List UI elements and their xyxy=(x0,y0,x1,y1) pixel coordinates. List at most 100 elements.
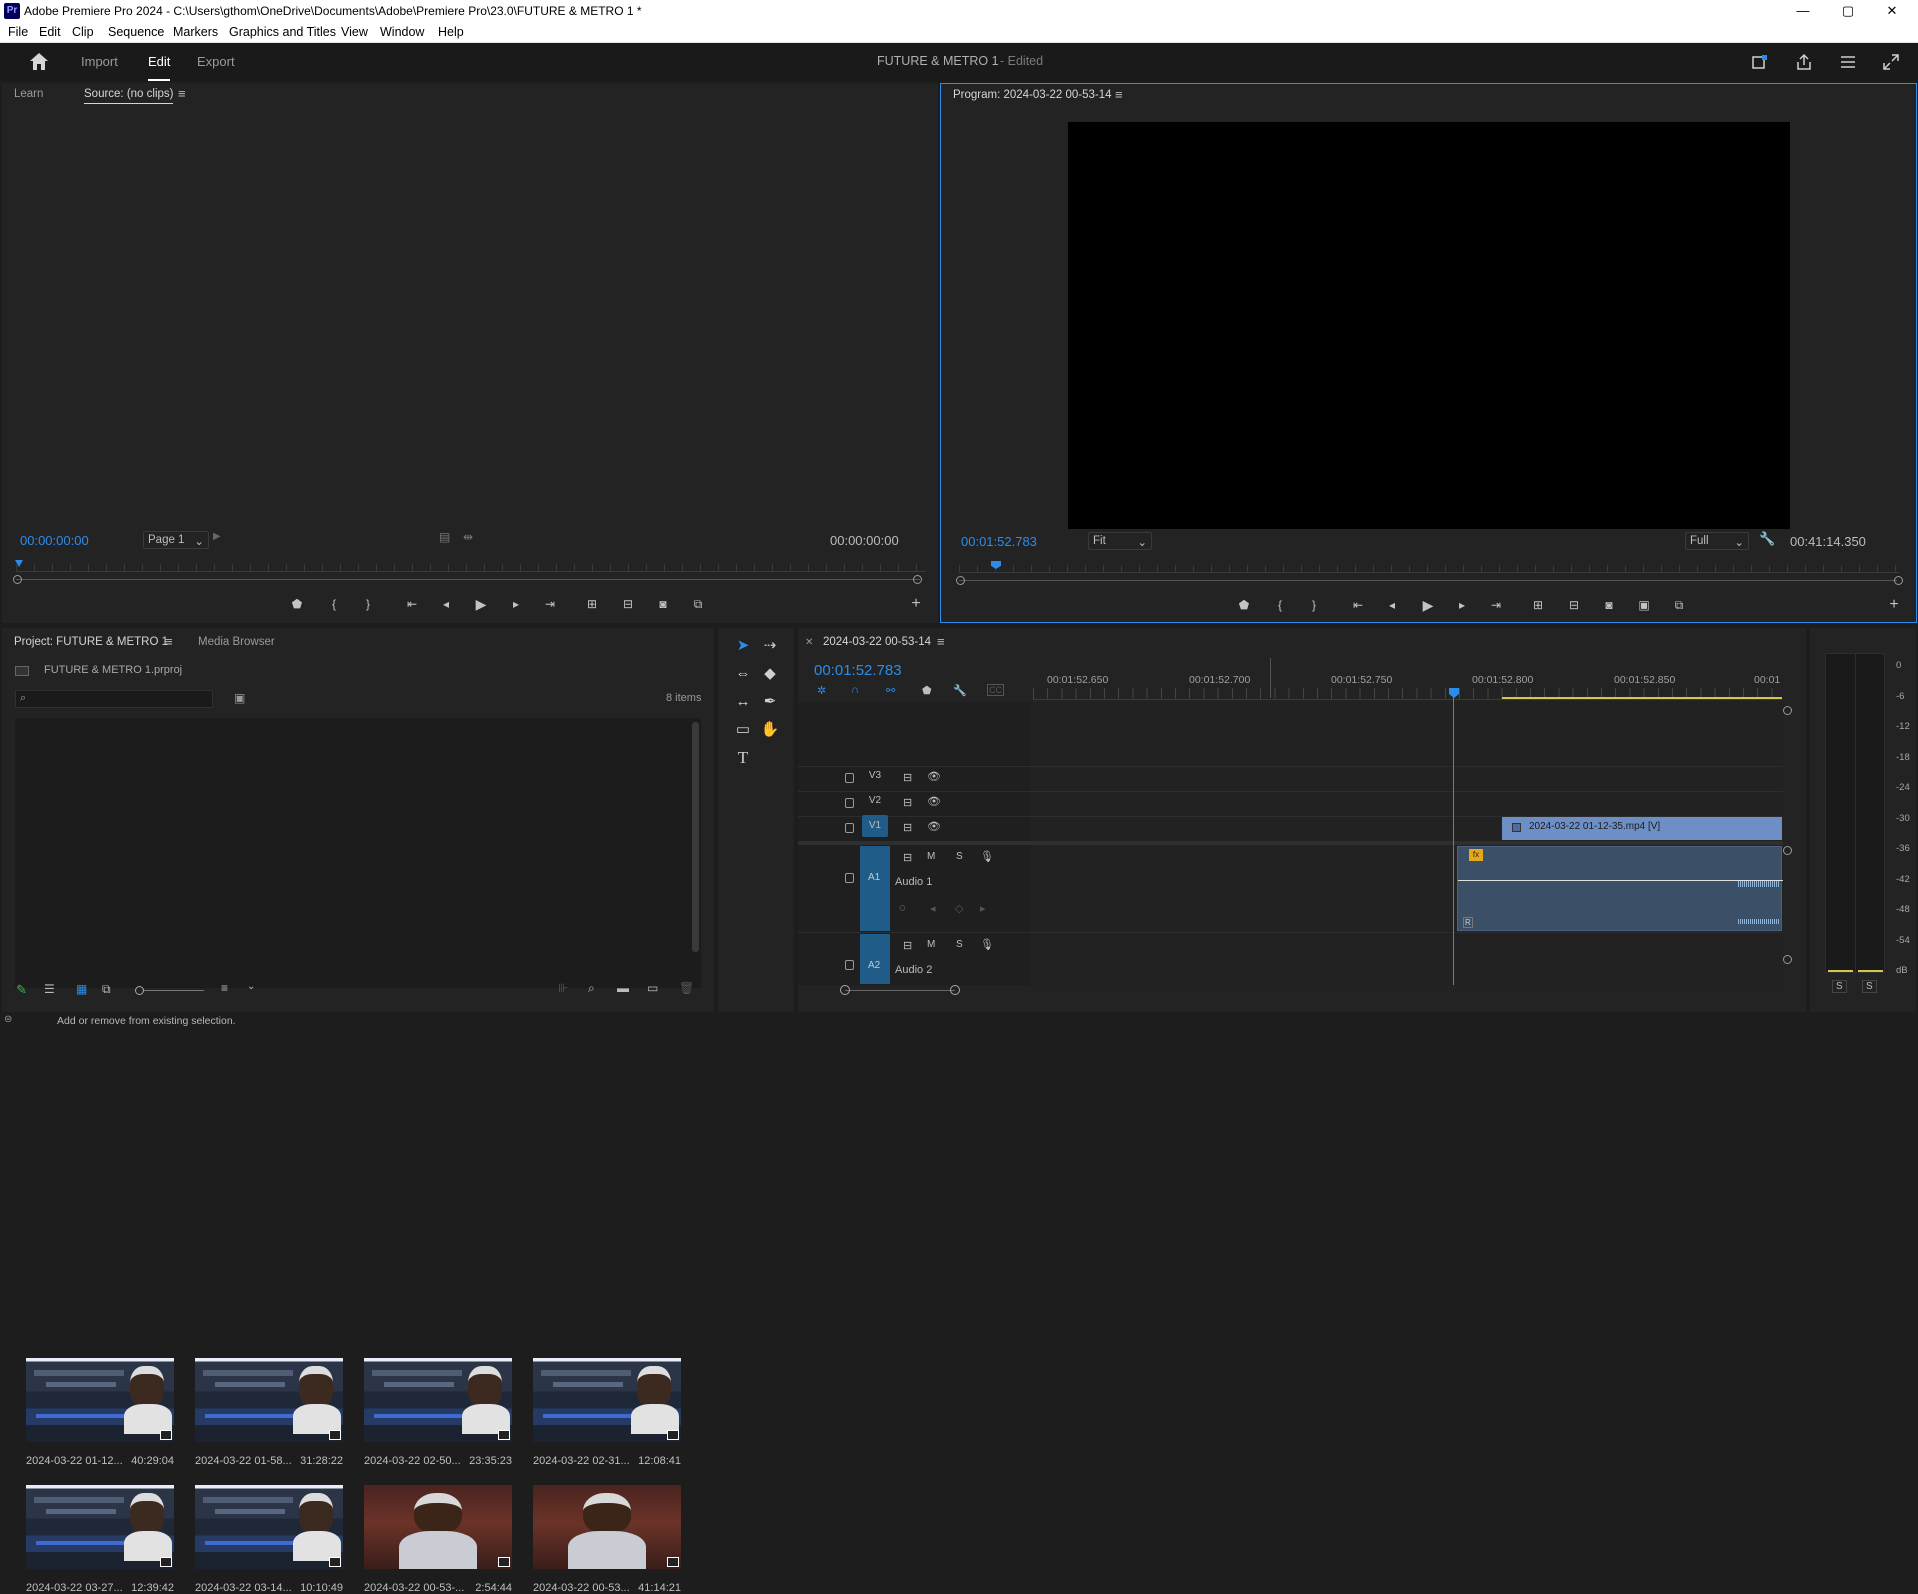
project-item-name[interactable]: 2024-03-22 00-53-... xyxy=(364,1582,464,1594)
add-marker-icon[interactable]: ⬟ xyxy=(1235,596,1253,614)
project-item-thumbnail[interactable] xyxy=(533,1358,681,1442)
slip-tool-icon[interactable]: ↔ xyxy=(732,691,754,713)
project-search-input[interactable]: ⌕ xyxy=(15,690,213,708)
project-item-name[interactable]: 2024-03-22 01-12... xyxy=(26,1455,123,1467)
add-button-icon[interactable]: + xyxy=(907,595,925,613)
menu-file[interactable]: File xyxy=(8,25,28,39)
step-back-icon[interactable]: ◂ xyxy=(437,595,455,613)
timeline-settings-icon[interactable]: 🔧 xyxy=(953,684,967,697)
audio-clip[interactable]: fx R xyxy=(1457,846,1783,931)
project-scrollbar[interactable] xyxy=(692,722,699,952)
lift-icon[interactable]: ⊞ xyxy=(1529,596,1547,614)
source-zoom-bar[interactable] xyxy=(16,579,920,580)
go-to-in-icon[interactable]: ⇤ xyxy=(1349,596,1367,614)
mark-in-icon[interactable]: { xyxy=(325,595,343,613)
chevron-down-icon[interactable]: ⌄ xyxy=(247,981,255,992)
new-bin-from-search-icon[interactable]: ▣ xyxy=(234,691,245,705)
sort-icon[interactable]: ≡ xyxy=(221,981,228,995)
source-ruler[interactable] xyxy=(16,564,926,572)
new-item-icon[interactable]: ▭ xyxy=(647,981,658,995)
tab-learn[interactable]: Learn xyxy=(14,88,43,100)
source-playhead[interactable] xyxy=(15,560,23,567)
menu-window[interactable]: Window xyxy=(380,25,424,39)
tab-project[interactable]: Project: FUTURE & METRO 1 xyxy=(14,636,168,648)
next-keyframe-icon[interactable]: ▸ xyxy=(980,902,986,915)
new-bin-icon[interactable]: ▬ xyxy=(617,981,629,995)
icon-view-icon[interactable]: ▦ xyxy=(76,982,87,996)
comparison-view-icon[interactable]: ▣ xyxy=(1635,596,1653,614)
play-icon[interactable]: ▶ xyxy=(1419,596,1437,614)
menu-graphics-and-titles[interactable]: Graphics and Titles xyxy=(229,25,336,39)
go-to-out-icon[interactable]: ⇥ xyxy=(541,595,559,613)
project-item-name[interactable]: 2024-03-22 03-14... xyxy=(195,1582,292,1594)
project-item-name[interactable]: 2024-03-22 03-27... xyxy=(26,1582,123,1594)
project-item-name[interactable]: 2024-03-22 00-53... xyxy=(533,1582,630,1594)
mark-in-icon[interactable]: { xyxy=(1271,596,1289,614)
close-window-button[interactable]: ✕ xyxy=(1880,2,1904,20)
automate-to-sequence-icon[interactable]: ⊪ xyxy=(558,981,568,995)
wrench-icon[interactable]: 🔧 xyxy=(1759,531,1775,547)
volume-rubberband[interactable] xyxy=(1458,880,1783,881)
microphone-icon[interactable]: 🎙 xyxy=(980,850,994,863)
close-sequence-icon[interactable]: ✕ xyxy=(805,637,813,648)
fit-select[interactable]: Fit ⌄ xyxy=(1088,532,1152,550)
menu-clip[interactable]: Clip xyxy=(72,25,94,39)
keyframe-icon[interactable]: ◌ xyxy=(899,902,906,914)
extract-icon[interactable]: ⊟ xyxy=(1565,596,1583,614)
button-editor-icon[interactable]: ⧉ xyxy=(689,595,707,613)
vscroll-handle[interactable] xyxy=(1783,846,1792,855)
tab-export[interactable]: Export xyxy=(197,54,235,69)
source-timecode-in[interactable]: 00:00:00:00 xyxy=(20,533,89,548)
project-item-thumbnail[interactable] xyxy=(364,1358,512,1442)
rectangle-tool-icon[interactable]: ▭ xyxy=(732,719,754,741)
menu-view[interactable]: View xyxy=(341,25,368,39)
type-tool-icon[interactable]: T xyxy=(732,747,754,769)
add-keyframe-icon[interactable]: ◇ xyxy=(955,902,963,915)
button-editor-icon[interactable]: ⧉ xyxy=(1670,596,1688,614)
lock-icon[interactable] xyxy=(845,773,854,783)
find-icon[interactable]: ⌕ xyxy=(588,981,595,996)
step-back-icon[interactable]: ◂ xyxy=(1383,596,1401,614)
program-zoom-bar[interactable] xyxy=(959,580,1897,581)
menu-sequence[interactable]: Sequence xyxy=(108,25,164,39)
mute-button-a1[interactable]: M xyxy=(927,851,935,862)
project-item-name[interactable]: 2024-03-22 01-58... xyxy=(195,1455,292,1467)
captions-icon[interactable]: CC xyxy=(987,684,1004,696)
fullscreen-icon[interactable] xyxy=(1881,52,1901,72)
sync-lock-icon[interactable]: ⊟ xyxy=(903,821,912,834)
track-name-a1[interactable]: Audio 1 xyxy=(895,876,932,888)
project-item-thumbnail[interactable] xyxy=(364,1485,512,1569)
track-label-v2[interactable]: V2 xyxy=(862,790,888,812)
track-label-v1[interactable]: V1 xyxy=(862,815,888,837)
track-select-tool-icon[interactable]: ⇢ xyxy=(759,635,781,657)
solo-button-a2[interactable]: S xyxy=(956,939,963,950)
go-to-out-icon[interactable]: ⇥ xyxy=(1487,596,1505,614)
timeline-zoom-bar[interactable] xyxy=(845,990,955,991)
solo-right-button[interactable]: S xyxy=(1862,980,1877,993)
tab-edit[interactable]: Edit xyxy=(148,54,171,81)
video-clip[interactable]: 2024-03-22 01-12-35.mp4 [V] xyxy=(1502,817,1782,840)
pencil-icon[interactable]: ✎ xyxy=(16,982,27,998)
zoom-handle-right[interactable] xyxy=(913,575,922,584)
zoom-handle-left[interactable] xyxy=(13,575,22,584)
mute-button-a2[interactable]: M xyxy=(927,939,935,950)
panel-menu-icon[interactable]: ≡ xyxy=(165,634,173,649)
selection-tool-icon[interactable]: ➤ xyxy=(732,635,754,657)
sync-lock-icon[interactable]: ⊟ xyxy=(903,771,912,784)
linked-selection-icon[interactable]: ⚯ xyxy=(886,684,895,697)
menu-edit[interactable]: Edit xyxy=(39,25,61,39)
share-icon[interactable] xyxy=(1794,52,1814,72)
tab-media-browser[interactable]: Media Browser xyxy=(198,636,275,648)
tab-import[interactable]: Import xyxy=(81,54,118,69)
menu-markers[interactable]: Markers xyxy=(173,25,218,39)
tab-source[interactable]: Source: (no clips) xyxy=(84,88,174,104)
zoom-slider[interactable] xyxy=(138,990,204,991)
timeline-zoom-handle-right[interactable] xyxy=(950,985,960,995)
add-marker-icon[interactable]: ⬟ xyxy=(288,595,306,613)
sync-lock-icon[interactable]: ⊟ xyxy=(903,851,912,864)
panel-menu-icon[interactable]: ≡ xyxy=(937,634,945,649)
timeline-timecode[interactable]: 00:01:52.783 xyxy=(814,662,902,679)
snap-magnet-icon[interactable]: ∩ xyxy=(851,684,859,696)
add-button-icon[interactable]: + xyxy=(1885,596,1903,614)
project-item-thumbnail[interactable] xyxy=(26,1485,174,1569)
